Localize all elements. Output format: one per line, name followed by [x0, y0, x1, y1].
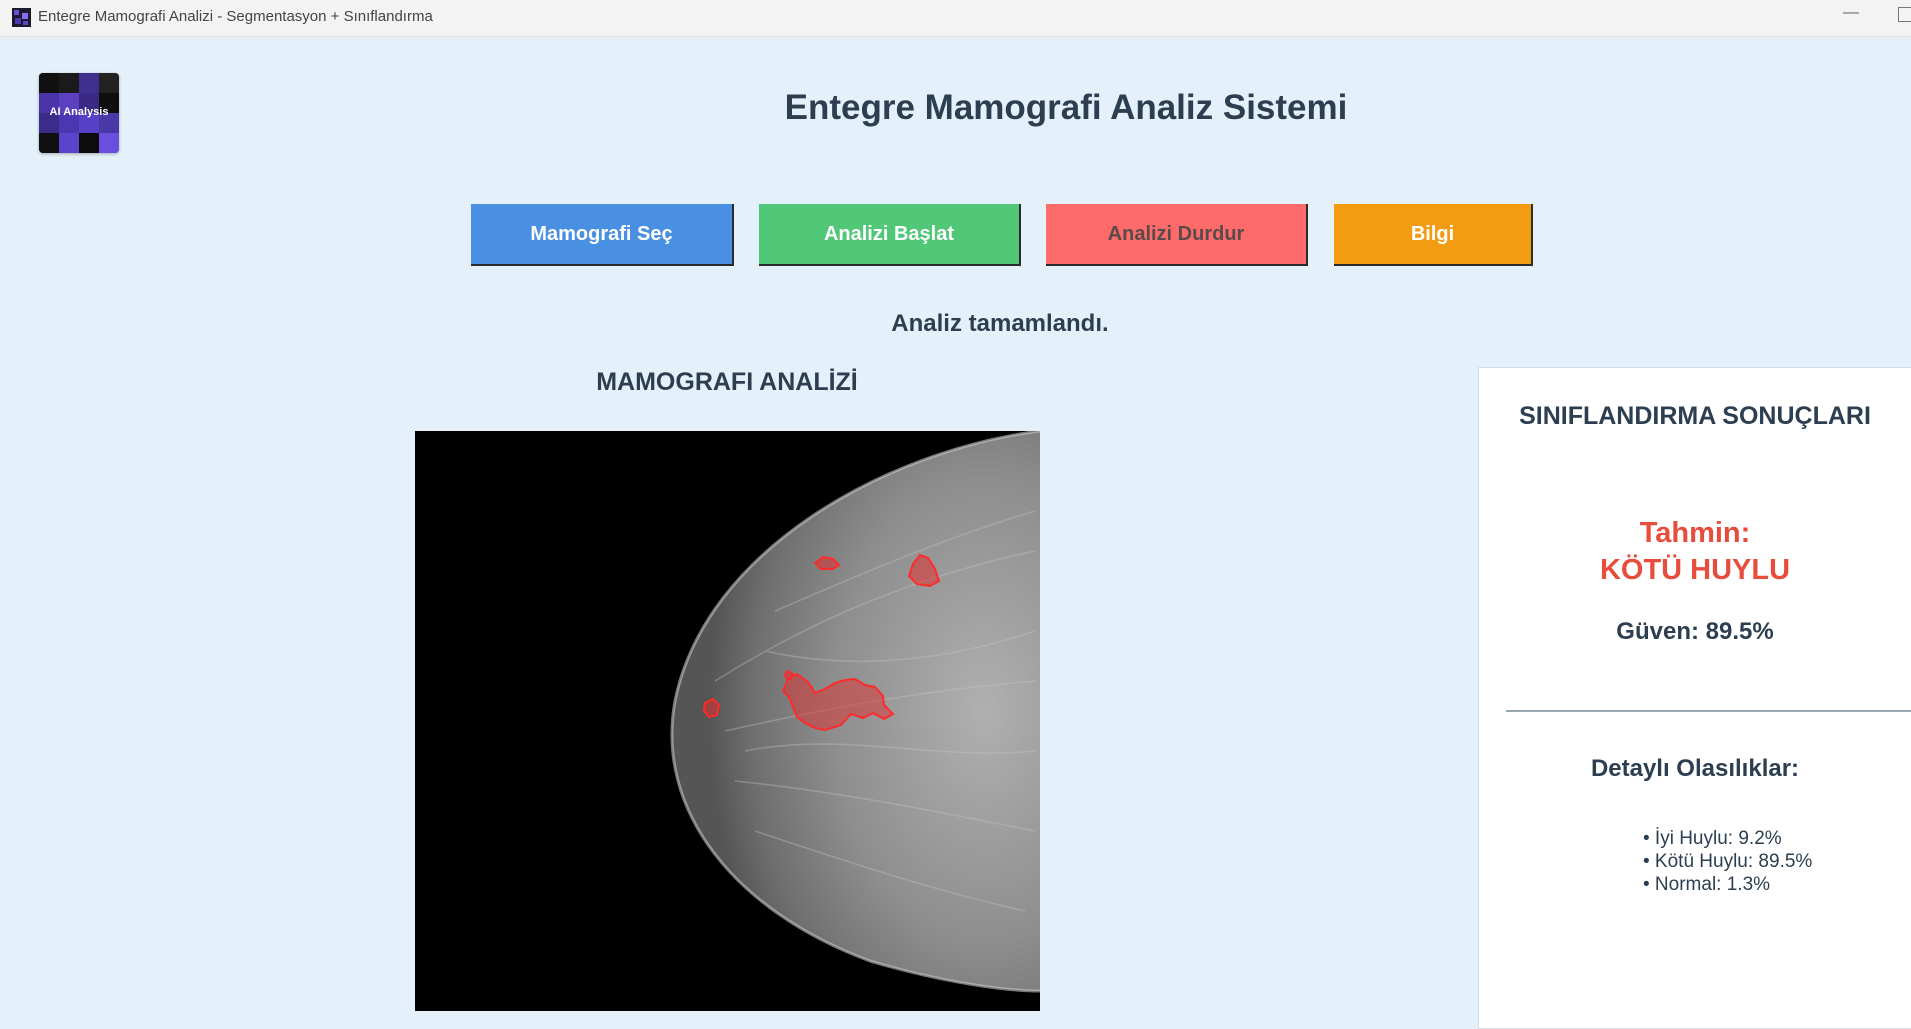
window-title: Entegre Mamografi Analizi - Segmentasyon…: [38, 8, 433, 25]
logo-label: AI Analysis: [49, 106, 109, 118]
prediction-value: KÖTÜ HUYLU: [1599, 554, 1791, 586]
prediction-label: Tahmin:: [1639, 517, 1751, 549]
results-divider: [1506, 710, 1911, 712]
probability-list: • İyi Huylu: 9.2% • Kötü Huylu: 89.5% • …: [1643, 827, 1812, 896]
details-title: Detaylı Olasılıklar:: [1590, 755, 1800, 782]
maximize-button[interactable]: [1898, 7, 1911, 22]
classification-results-panel: SINIFLANDIRMA SONUÇLARI Tahmin: KÖTÜ HUY…: [1478, 367, 1911, 1029]
list-item: • Normal: 1.3%: [1643, 874, 1771, 895]
info-button[interactable]: Bilgi: [1334, 204, 1533, 266]
mammogram-viewer: [415, 431, 1040, 1011]
viewer-title: MAMOGRAFI ANALİZİ: [596, 368, 858, 396]
stop-analysis-button[interactable]: Analizi Durdur: [1046, 204, 1308, 266]
list-item: • Kötü Huylu: 89.5%: [1643, 851, 1813, 872]
confidence-text: Güven: 89.5%: [1616, 618, 1774, 645]
window-titlebar: Entegre Mamografi Analizi - Segmentasyon…: [0, 0, 1911, 37]
ai-logo: AI Analysis: [39, 73, 119, 153]
mammogram-image: [415, 431, 1040, 1011]
list-item: • İyi Huylu: 9.2%: [1643, 828, 1782, 849]
status-text: Analiz tamamlandı.: [891, 310, 1109, 337]
select-mammogram-button[interactable]: Mamografi Seç: [471, 204, 734, 266]
start-analysis-button[interactable]: Analizi Başlat: [759, 204, 1021, 266]
prediction: Tahmin: KÖTÜ HUYLU: [1479, 515, 1911, 589]
results-title: SINIFLANDIRMA SONUÇLARI: [1519, 402, 1871, 430]
page-title: Entegre Mamografi Analiz Sistemi: [784, 88, 1348, 127]
minimize-button[interactable]: —: [1843, 4, 1859, 22]
app-icon: [12, 8, 31, 27]
